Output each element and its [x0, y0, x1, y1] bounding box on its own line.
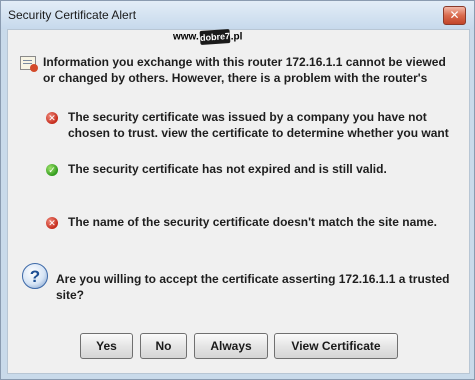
security-alert-dialog: Security Certificate Alert ✕ www.dobre7.… — [0, 0, 475, 380]
question-line-1: Are you willing to accept the certificat… — [56, 272, 450, 286]
question-line-2: site? — [56, 288, 85, 302]
watermark: www.dobre7.pl — [173, 28, 243, 46]
close-button[interactable]: ✕ — [443, 6, 466, 25]
dialog-content: www.dobre7.pl Information you exchange w… — [7, 28, 470, 374]
watermark-prefix: www. — [173, 31, 199, 43]
check-not-expired: The security certificate has not expired… — [68, 162, 387, 176]
certificate-icon — [20, 56, 38, 72]
button-row: Yes No Always View Certificate — [8, 333, 469, 359]
window-title: Security Certificate Alert — [8, 8, 137, 22]
error-icon: ✕ — [46, 112, 58, 124]
question-icon: ? — [22, 263, 48, 289]
info-line-1: Information you exchange with this route… — [43, 55, 446, 69]
info-text: Information you exchange with this route… — [43, 54, 463, 85]
check-name-mismatch: The name of the security certificate doe… — [68, 215, 437, 229]
check-icon: ✓ — [46, 164, 58, 176]
watermark-logo: dobre7 — [199, 28, 231, 46]
no-button[interactable]: No — [140, 333, 187, 359]
check-untrusted-issuer: The security certificate was issued by a… — [68, 109, 463, 140]
always-button[interactable]: Always — [194, 333, 268, 359]
check-1-line-2: chosen to trust. view the certificate to… — [68, 126, 449, 140]
yes-button[interactable]: Yes — [80, 333, 133, 359]
question-text: Are you willing to accept the certificat… — [56, 271, 466, 303]
info-line-2: or changed by others. However, there is … — [43, 71, 428, 85]
title-bar[interactable]: Security Certificate Alert ✕ — [1, 1, 474, 29]
view-certificate-button[interactable]: View Certificate — [274, 333, 398, 359]
error-icon: ✕ — [46, 217, 58, 229]
watermark-suffix: .pl — [230, 31, 243, 43]
check-1-line-1: The security certificate was issued by a… — [68, 110, 427, 124]
